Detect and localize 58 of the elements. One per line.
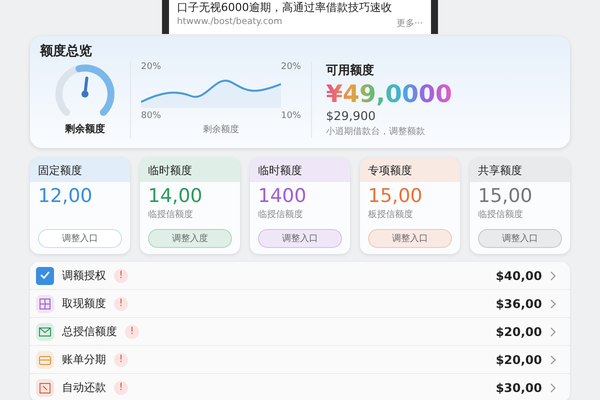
chevron-icon (550, 326, 556, 336)
gauge-label: 剩余额度 (65, 122, 105, 136)
card-title: 专项额度 (360, 158, 460, 182)
adjust-button[interactable]: 调整入口 (368, 229, 452, 248)
article-url: htwww./bost/beaty.com (177, 17, 282, 29)
adjust-button[interactable]: 调整入口 (38, 229, 122, 248)
available-note: 小逍期借款台，调整额款 (326, 126, 426, 138)
secondary-amount: $29,900 (326, 109, 377, 123)
row-amount: $20,00 (496, 324, 542, 338)
row-label: 自动还款 (62, 380, 106, 395)
alert-badge: ! (114, 296, 128, 310)
row-label: 总授信额度 (62, 324, 117, 339)
card-subtitle: 板授信额度 (367, 208, 414, 220)
available-title: 可用额度 (326, 62, 375, 79)
card-title: 临时额度 (140, 158, 240, 182)
trend-label: 80% (141, 110, 162, 122)
row-label: 账单分期 (62, 352, 106, 367)
card-subtitle: 临授信额度 (147, 208, 194, 220)
article-headline: 口子无视6000逾期，高通过率借款技巧速收 (177, 1, 393, 14)
card-value: 14,00 (147, 184, 204, 208)
trend-caption: 剩余额度 (202, 124, 240, 137)
card-subtitle: 临授信额度 (257, 208, 304, 220)
card-title: 固定额度 (30, 158, 130, 182)
row-amount: $36,00 (496, 296, 542, 310)
card-value: 15,00 (367, 184, 424, 208)
row-amount: $30,00 (496, 380, 542, 394)
alert-badge: ! (114, 268, 128, 282)
card-subtitle: 临授信额度 (477, 208, 524, 220)
card-value: 1400 (257, 184, 308, 208)
alert-badge: ! (114, 380, 128, 394)
article-card[interactable]: 口子无视6000逾期，高通过率借款技巧速收 htwww./bost/beaty.com 更多··· (169, 0, 431, 34)
card-title: 临时额度 (250, 158, 350, 182)
trend-label: 20% (280, 62, 301, 74)
list-row[interactable]: 取现额度 ! $36,00 (30, 290, 570, 318)
row-amount: $40,00 (496, 268, 542, 282)
chevron-icon (550, 298, 556, 308)
adjust-button[interactable]: 调整入口 (258, 229, 342, 248)
list-row[interactable]: 账单分期 ! $20,00 (30, 346, 570, 374)
trend-label: 20% (141, 62, 162, 74)
row-amount: $20,00 (496, 352, 542, 366)
card-value: 12,00 (37, 184, 94, 208)
trend-label: 10% (280, 110, 301, 122)
adjust-button[interactable]: 调整入口 (478, 229, 562, 248)
row-label: 调额授权 (62, 268, 106, 283)
chevron-icon (550, 270, 556, 280)
list-row[interactable]: 调额授权 ! $40,00 (30, 262, 570, 290)
card-title: 共享额度 (470, 158, 570, 182)
card-value: 15,00 (477, 184, 534, 208)
more-link[interactable]: 更多··· (396, 17, 423, 30)
alert-badge: ! (114, 352, 128, 366)
list-row[interactable]: 总授信额度 ! $20,00 (30, 318, 570, 346)
chevron-icon (550, 354, 556, 364)
list-row[interactable]: 自动还款 ! $30,00 (30, 374, 570, 400)
row-label: 取现额度 (62, 296, 106, 311)
alert-badge: ! (125, 324, 139, 338)
adjust-button[interactable]: 调整入度 (148, 229, 232, 248)
chevron-icon (550, 382, 556, 392)
overview-title: 额度总览 (40, 42, 93, 60)
